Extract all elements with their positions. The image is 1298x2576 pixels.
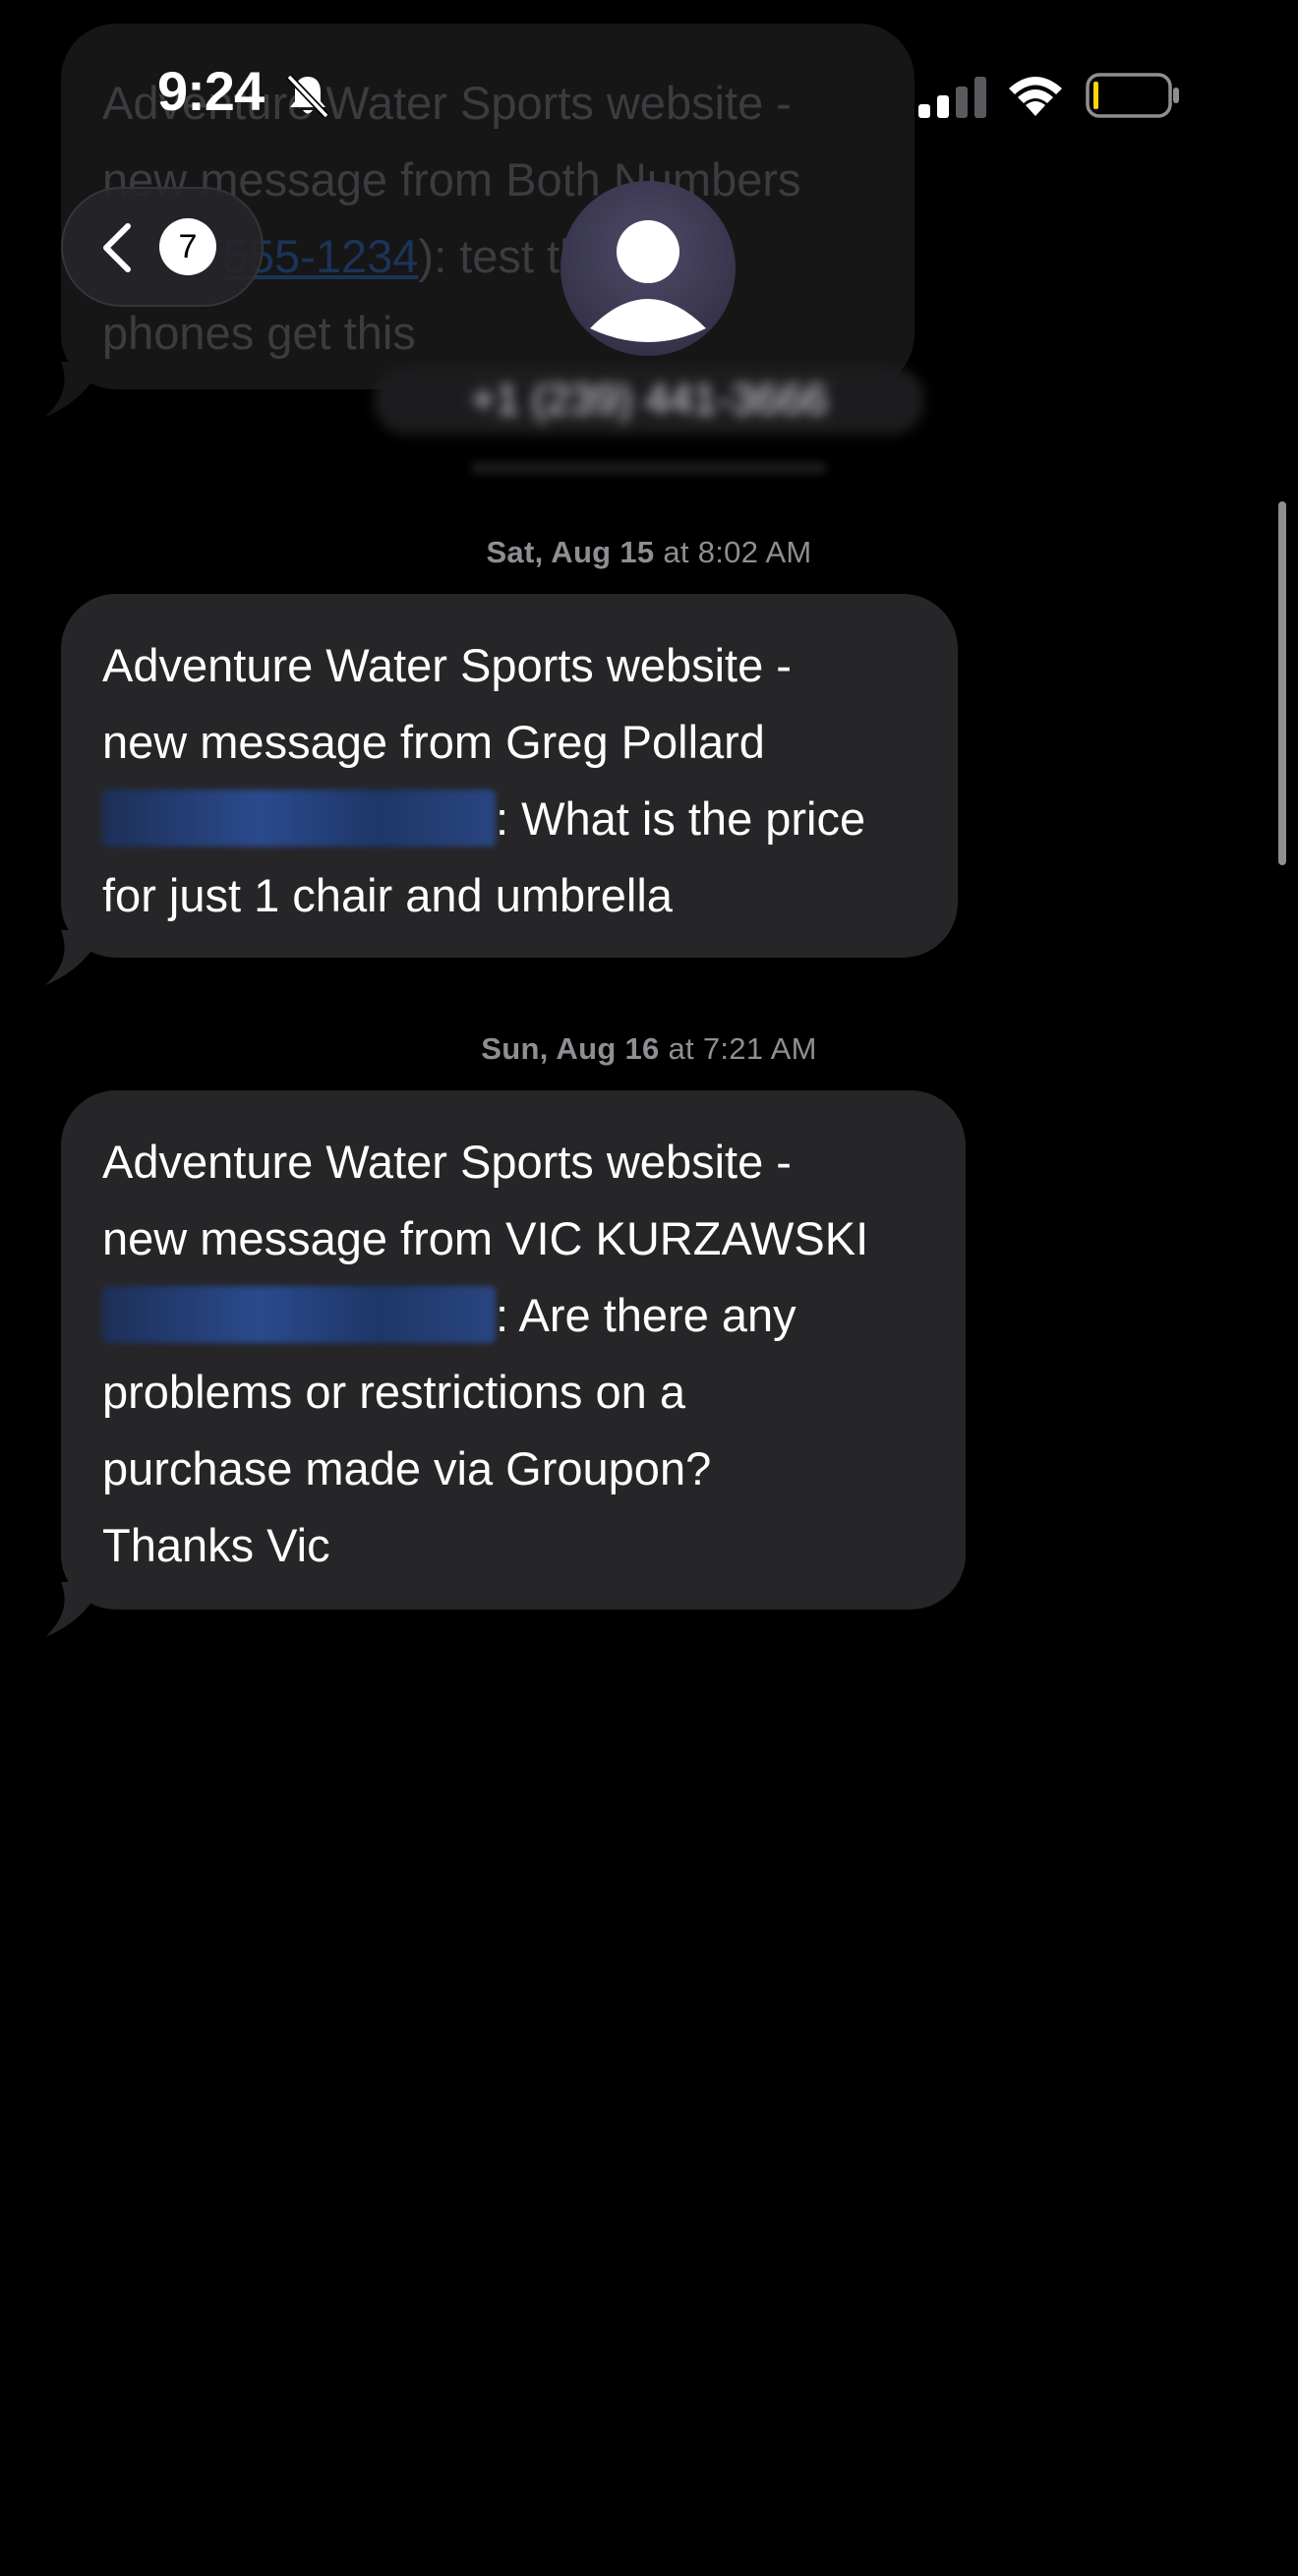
message-line: : Are there any xyxy=(102,1277,924,1354)
contact-avatar[interactable] xyxy=(560,181,736,356)
scroll-indicator[interactable] xyxy=(1278,501,1286,865)
unread-count-badge: 7 xyxy=(159,218,216,275)
battery-icon xyxy=(1086,73,1179,118)
header-divider xyxy=(472,462,826,474)
person-icon xyxy=(590,220,706,342)
message-line: problems or restrictions on a xyxy=(102,1366,685,1418)
message-timestamp: Sat, Aug 15 at 8:02 AM xyxy=(486,535,812,569)
back-button[interactable]: 7 xyxy=(61,187,264,307)
status-time: 9:24 xyxy=(157,60,265,122)
message-line: for just 1 chair and umbrella xyxy=(102,869,673,921)
message-bubble[interactable]: Adventure Water Sports website - new mes… xyxy=(45,1090,966,1637)
message-line: new message from VIC KURZAWSKI xyxy=(102,1212,869,1264)
cellular-signal-icon xyxy=(918,77,986,118)
wifi-icon xyxy=(1009,77,1062,116)
message-line: Thanks Vic xyxy=(102,1519,330,1571)
redacted-phone-link[interactable] xyxy=(102,790,496,847)
contact-name-button[interactable]: +1 (239) 441-3666 xyxy=(374,366,924,435)
bubble-tail xyxy=(45,1582,104,1637)
message-line: phones get this xyxy=(102,307,416,359)
message-timestamp: Sun, Aug 16 at 7:21 AM xyxy=(481,1031,817,1066)
message-line: new message from Greg Pollard xyxy=(102,716,765,768)
message-line: : What is the price xyxy=(102,781,916,857)
message-bubble[interactable]: Adventure Water Sports website - new mes… xyxy=(45,594,958,985)
message-line: Adventure Water Sports website - xyxy=(102,639,792,691)
chevron-left-icon xyxy=(103,223,131,272)
bubble-tail xyxy=(45,362,104,417)
message-line: purchase made via Groupon? xyxy=(102,1442,712,1494)
bubble-tail xyxy=(45,930,104,985)
redacted-phone-link[interactable] xyxy=(102,1286,496,1343)
message-line: Adventure Water Sports website - xyxy=(102,1136,792,1188)
bell-slash-icon xyxy=(286,74,329,119)
